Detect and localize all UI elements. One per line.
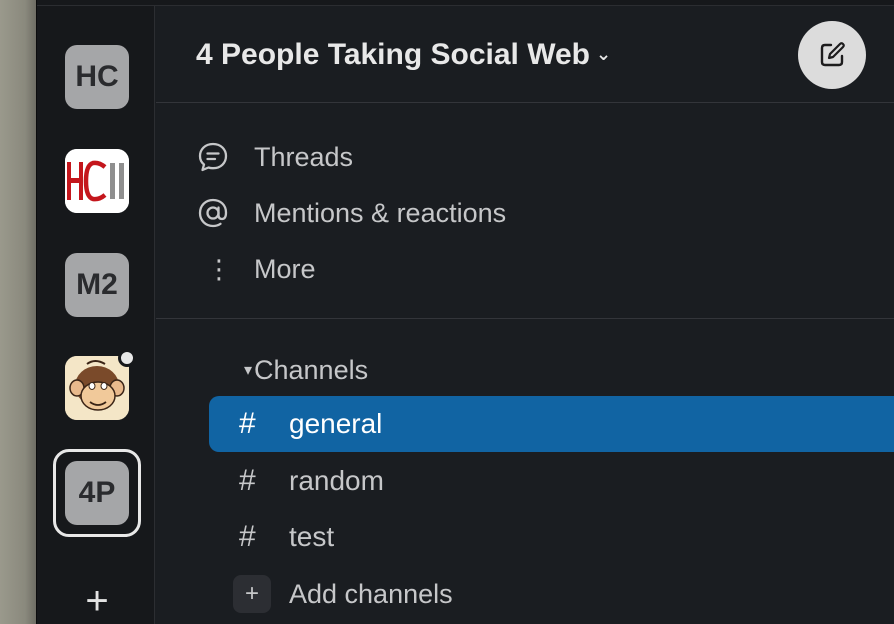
nav-mentions-label: Mentions & reactions <box>254 197 507 228</box>
threads-icon <box>196 137 236 177</box>
channel-random[interactable]: # random <box>209 453 894 509</box>
add-workspace-button[interactable]: + <box>78 579 116 623</box>
channels-section-header[interactable]: ▾ Channels <box>196 350 368 390</box>
workspace-hc-label: HC <box>75 60 119 93</box>
sidebar-nav: Threads Mentions & reactions ⋮ More <box>156 103 894 319</box>
nav-more[interactable]: ⋮ More <box>196 249 316 289</box>
add-channels-label: Add channels <box>289 578 453 609</box>
hash-icon: # <box>239 407 256 440</box>
at-sign-icon <box>196 193 236 233</box>
add-channels-button[interactable]: + Add channels <box>233 573 453 615</box>
hash-icon: # <box>239 520 256 553</box>
more-vertical-icon: ⋮ <box>206 253 232 284</box>
workspace-m2-label: M2 <box>76 268 118 301</box>
channel-name: random <box>289 465 384 496</box>
channel-name: general <box>289 408 383 439</box>
nav-threads-label: Threads <box>254 141 354 172</box>
plus-icon: + <box>85 579 109 623</box>
workspace-4p[interactable]: 4P <box>65 461 129 525</box>
workspace-rail: HC M2 4P + <box>37 6 155 624</box>
compose-button[interactable] <box>798 21 866 89</box>
chevron-down-icon: ⌄ <box>596 44 612 64</box>
channel-name: test <box>289 521 335 552</box>
nav-mentions-reactions[interactable]: Mentions & reactions <box>196 193 506 233</box>
workspace-mailchimp-logo[interactable] <box>65 356 129 420</box>
add-icon: + <box>233 575 271 613</box>
workspace-name-menu[interactable]: 4 People Taking Social Web ⌄ <box>196 38 611 72</box>
caret-down-icon: ▾ <box>244 362 253 379</box>
hash-icon: # <box>239 464 256 497</box>
workspace-m2[interactable]: M2 <box>65 253 129 317</box>
unread-indicator-dot <box>118 349 136 367</box>
channel-general[interactable]: # general <box>209 396 894 452</box>
slack-window: HC M2 4P + 4 People Taking Social Web ⌄ … <box>36 0 894 624</box>
workspace-4p-label: 4P <box>78 476 116 509</box>
sidebar-header: 4 People Taking Social Web ⌄ <box>156 6 894 103</box>
workspace-hcii-logo[interactable] <box>65 149 129 213</box>
nav-threads[interactable]: Threads <box>196 137 353 177</box>
workspace-name: 4 People Taking Social Web <box>196 38 590 71</box>
nav-more-label: More <box>254 253 316 284</box>
channel-test[interactable]: # test <box>209 509 894 565</box>
workspace-hc[interactable]: HC <box>65 45 129 109</box>
chimp-avatar-icon <box>65 356 129 420</box>
compose-icon <box>820 42 845 67</box>
hcii-logo-icon <box>65 149 129 213</box>
channels-heading: Channels <box>254 354 369 385</box>
desktop-background-edge <box>0 0 36 624</box>
